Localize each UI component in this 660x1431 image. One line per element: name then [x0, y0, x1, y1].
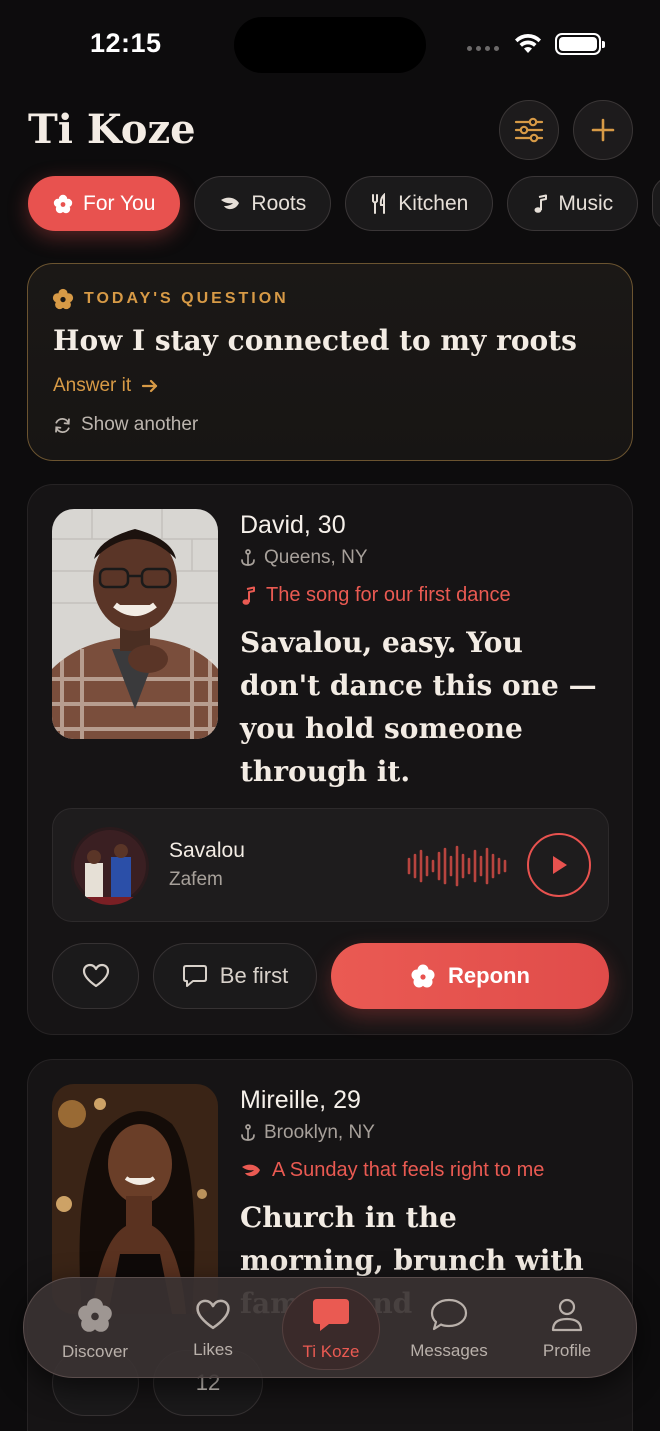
- plus-icon: [591, 118, 615, 142]
- profile-prompt: A Sunday that feels right to me: [240, 1159, 544, 1182]
- bottom-nav: Discover Likes Ti Koze Messages Profile: [23, 1277, 637, 1378]
- hibiscus-icon: [78, 1297, 112, 1332]
- hibiscus-icon: [411, 964, 435, 988]
- utensils-icon: [372, 192, 386, 214]
- person-icon: [551, 1298, 583, 1331]
- chip-for-you[interactable]: For You: [28, 176, 181, 231]
- nav-ti-koze[interactable]: Ti Koze: [272, 1278, 390, 1379]
- nav-profile[interactable]: Profile: [508, 1278, 626, 1379]
- card-actions: Be first Reponn: [52, 943, 609, 1011]
- question-label-text: TODAY'S QUESTION: [84, 290, 289, 307]
- chip-more[interactable]: [652, 176, 660, 231]
- filter-button[interactable]: [499, 100, 559, 160]
- nav-label: Profile: [542, 1340, 592, 1360]
- prompt-text: The song for our first dance: [266, 584, 511, 606]
- battery-icon: [555, 33, 605, 55]
- question-label: TODAY'S QUESTION: [52, 288, 289, 310]
- show-another-button[interactable]: Show another: [53, 414, 198, 436]
- leaf-icon: [242, 1164, 260, 1176]
- add-button[interactable]: [573, 100, 633, 160]
- profile-photo[interactable]: [52, 509, 218, 739]
- nav-label: Ti Koze: [302, 1341, 360, 1361]
- profile-prompt: The song for our first dance: [240, 584, 511, 607]
- chip-label: For You: [83, 191, 156, 215]
- daily-question-card: TODAY'S QUESTION How I stay connected to…: [27, 263, 633, 461]
- chip-label: Roots: [251, 191, 307, 215]
- song-player: Savalou Zafem: [52, 808, 609, 922]
- status-bar: 12:15: [0, 0, 660, 90]
- nav-messages[interactable]: Messages: [390, 1278, 508, 1379]
- comment-button[interactable]: Be first: [153, 943, 317, 1009]
- album-art: [71, 827, 149, 905]
- like-button[interactable]: [52, 943, 139, 1009]
- sliders-icon: [514, 117, 544, 143]
- flower-icon: [52, 288, 74, 310]
- prompt-text: A Sunday that feels right to me: [272, 1159, 545, 1181]
- comment-icon: [182, 965, 207, 987]
- nav-label: Discover: [61, 1341, 129, 1361]
- refresh-icon: [55, 417, 70, 433]
- chip-kitchen[interactable]: Kitchen: [345, 176, 494, 231]
- profile-card-david[interactable]: David, 30 Queens, NY The song for our fi…: [27, 484, 633, 1035]
- chip-label: Music: [558, 191, 614, 215]
- nav-likes[interactable]: Likes: [154, 1278, 272, 1379]
- location-text: Queens, NY: [264, 547, 368, 568]
- music-note-icon: [534, 194, 548, 213]
- song-artist: Zafem: [169, 869, 223, 890]
- heart-icon: [196, 1299, 230, 1329]
- cellular-signal-icon: [467, 46, 499, 51]
- play-icon: [553, 856, 567, 874]
- reply-button[interactable]: Reponn: [331, 943, 609, 1009]
- arrow-right-icon: [142, 379, 158, 393]
- flower-icon: [53, 194, 73, 213]
- music-note-icon: [242, 586, 255, 605]
- song-title: Savalou: [169, 839, 245, 862]
- chip-music[interactable]: Music: [507, 176, 639, 231]
- leaf-icon: [221, 197, 240, 209]
- heart-icon: [82, 963, 109, 988]
- anchor-icon: [241, 1124, 255, 1141]
- reply-label: Reponn: [448, 963, 530, 988]
- location-text: Brooklyn, NY: [264, 1122, 375, 1143]
- anchor-icon: [241, 549, 255, 566]
- prompt-answer: Savalou, easy. You don't dance this one …: [240, 626, 597, 788]
- play-button[interactable]: [527, 833, 591, 897]
- nav-label: Likes: [193, 1339, 233, 1359]
- dynamic-island: [234, 17, 426, 73]
- answer-it-link[interactable]: Answer it: [53, 375, 159, 397]
- nav-discover[interactable]: Discover: [36, 1278, 154, 1379]
- profile-location: Brooklyn, NY: [240, 1122, 375, 1144]
- message-circle-icon: [430, 1298, 468, 1330]
- chip-roots[interactable]: Roots: [194, 176, 332, 231]
- status-time: 12:15: [90, 28, 162, 58]
- answer-it-label: Answer it: [53, 375, 132, 396]
- chip-label: Kitchen: [398, 191, 469, 215]
- category-chips: For You Roots Kitchen Music: [28, 176, 660, 231]
- profile-location: Queens, NY: [240, 547, 368, 569]
- nav-label: Messages: [410, 1340, 488, 1360]
- comment-label: Be first: [219, 963, 289, 988]
- profile-name: Mireille, 29: [240, 1086, 361, 1114]
- audio-waveform-icon: [407, 845, 507, 887]
- page-title: Ti Koze: [28, 106, 196, 153]
- profile-name: David, 30: [240, 511, 346, 539]
- chat-bubble-icon: [313, 1298, 349, 1331]
- wifi-icon: [515, 33, 541, 53]
- question-text: How I stay connected to my roots: [53, 324, 577, 357]
- show-another-label: Show another: [81, 414, 199, 435]
